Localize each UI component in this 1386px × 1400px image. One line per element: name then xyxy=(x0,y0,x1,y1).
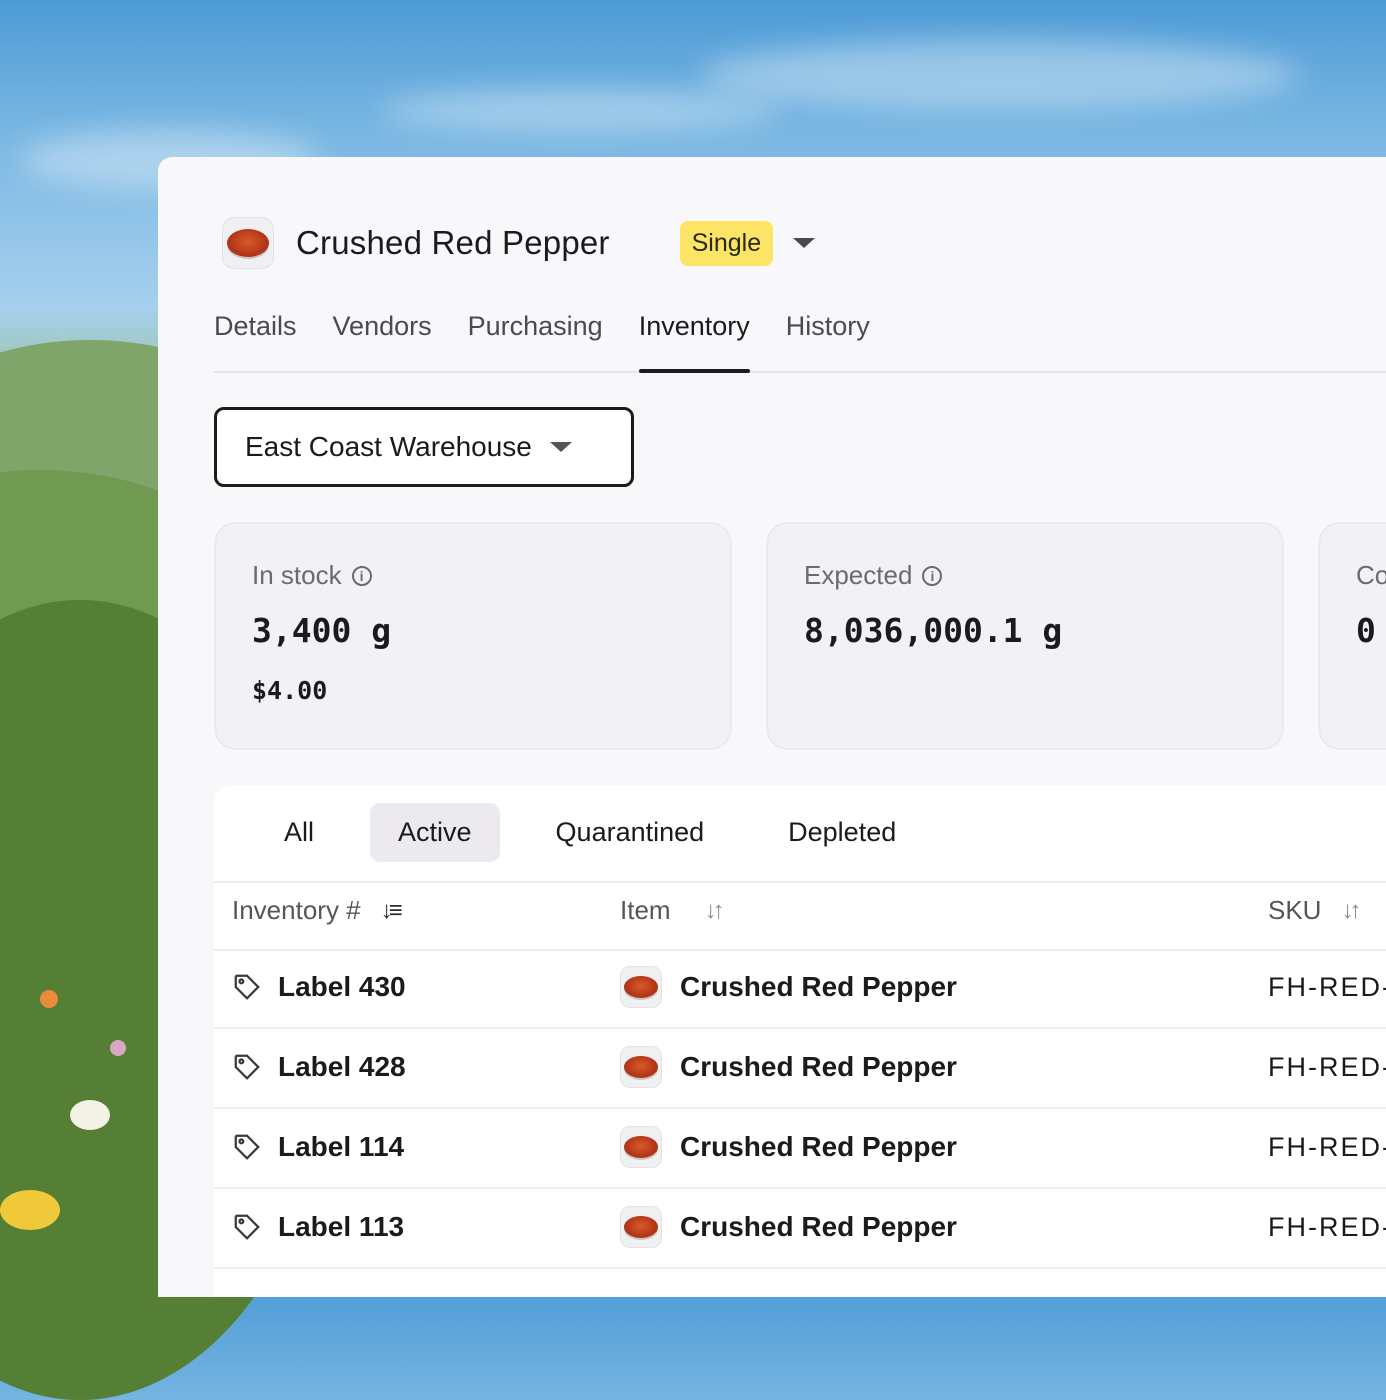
filter-all[interactable]: All xyxy=(228,803,370,862)
item-title: Crushed Red Pepper xyxy=(296,224,610,261)
stat-label: Expected xyxy=(804,560,913,590)
item-thumbnail xyxy=(620,1206,662,1248)
column-label: Inventory # xyxy=(232,895,361,925)
column-item[interactable]: Item ↓↑ xyxy=(620,895,725,926)
item-thumbnail xyxy=(620,1046,662,1088)
stat-card-in-stock: In stock i 3,400 g $4.00 xyxy=(214,522,732,750)
filter-quarantined[interactable]: Quarantined xyxy=(528,803,733,862)
inventory-panel: Crushed Red Pepper Single Details Vendor… xyxy=(158,157,1386,1297)
column-sku[interactable]: SKU ↓↑ xyxy=(1268,895,1361,926)
status-filters: All Active Quarantined Depleted xyxy=(228,803,952,862)
item-thumbnail xyxy=(620,966,662,1008)
column-inventory[interactable]: Inventory # ↓≡ xyxy=(232,895,403,926)
item-name: Crushed Red Pepper xyxy=(680,1211,957,1242)
tab-history[interactable]: History xyxy=(786,307,870,371)
sku: FH-RED- xyxy=(1268,1131,1386,1162)
stat-value: 0 xyxy=(1356,611,1376,650)
column-label: SKU xyxy=(1268,895,1322,925)
location-select-value: East Coast Warehouse xyxy=(245,431,532,462)
sku: FH-RED- xyxy=(1268,1211,1386,1242)
item-thumbnail xyxy=(222,217,274,269)
table-header: Inventory # ↓≡ Item ↓↑ SKU ↓↑ xyxy=(214,881,1386,951)
info-icon[interactable]: i xyxy=(351,565,372,586)
stat-label: Co xyxy=(1356,560,1386,590)
item-header: Crushed Red Pepper Single xyxy=(222,213,816,273)
sku: FH-RED- xyxy=(1268,971,1386,1002)
sku: FH-RED- xyxy=(1268,1051,1386,1082)
item-thumbnail xyxy=(620,1126,662,1168)
tab-inventory[interactable]: Inventory xyxy=(638,307,750,373)
stat-label: In stock xyxy=(252,560,342,590)
sort-desc-icon[interactable]: ↓≡ xyxy=(381,897,403,925)
table-row[interactable]: Label 114 Crushed Red Pepper FH-RED- xyxy=(214,1107,1386,1189)
location-select[interactable]: East Coast Warehouse xyxy=(214,407,634,487)
filter-depleted[interactable]: Depleted xyxy=(760,803,924,862)
item-name: Crushed Red Pepper xyxy=(680,1131,957,1162)
tag-icon xyxy=(234,974,260,1000)
inventory-label[interactable]: Label 430 xyxy=(278,971,406,1003)
sort-icon[interactable]: ↓↑ xyxy=(1341,897,1361,925)
item-name: Crushed Red Pepper xyxy=(680,971,957,1002)
tag-icon xyxy=(234,1054,260,1080)
inventory-label[interactable]: Label 114 xyxy=(278,1131,404,1163)
item-type-badge[interactable]: Single xyxy=(679,220,774,266)
tag-icon xyxy=(234,1214,260,1240)
inventory-table: All Active Quarantined Depleted Inventor… xyxy=(214,785,1386,1297)
table-row[interactable]: Label 428 Crushed Red Pepper FH-RED- xyxy=(214,1027,1386,1109)
stat-subvalue: $4.00 xyxy=(252,676,328,705)
sort-icon[interactable]: ↓↑ xyxy=(705,897,725,925)
inventory-label[interactable]: Label 428 xyxy=(278,1051,406,1083)
tab-details[interactable]: Details xyxy=(214,307,297,371)
inventory-label[interactable]: Label 113 xyxy=(278,1211,404,1243)
stat-value: 3,400 g xyxy=(252,611,392,650)
stat-card-partial: Co 0 xyxy=(1318,522,1386,750)
tab-vendors[interactable]: Vendors xyxy=(333,307,432,371)
filter-active[interactable]: Active xyxy=(370,803,500,862)
tab-bar: Details Vendors Purchasing Inventory His… xyxy=(214,307,1386,373)
tag-icon xyxy=(234,1134,260,1160)
stats-cards: In stock i 3,400 g $4.00 Expected i 8,03… xyxy=(214,522,1386,750)
info-icon[interactable]: i xyxy=(922,565,943,586)
tab-purchasing[interactable]: Purchasing xyxy=(468,307,603,371)
stat-value: 8,036,000.1 g xyxy=(804,611,1063,650)
table-row[interactable]: Label 113 Crushed Red Pepper FH-RED- xyxy=(214,1187,1386,1269)
table-row[interactable]: Label 430 Crushed Red Pepper FH-RED- xyxy=(214,947,1386,1029)
item-name: Crushed Red Pepper xyxy=(680,1051,957,1082)
stat-card-expected: Expected i 8,036,000.1 g xyxy=(766,522,1284,750)
chevron-down-icon xyxy=(549,442,572,452)
chevron-down-icon[interactable] xyxy=(793,238,816,248)
column-label: Item xyxy=(620,895,671,925)
